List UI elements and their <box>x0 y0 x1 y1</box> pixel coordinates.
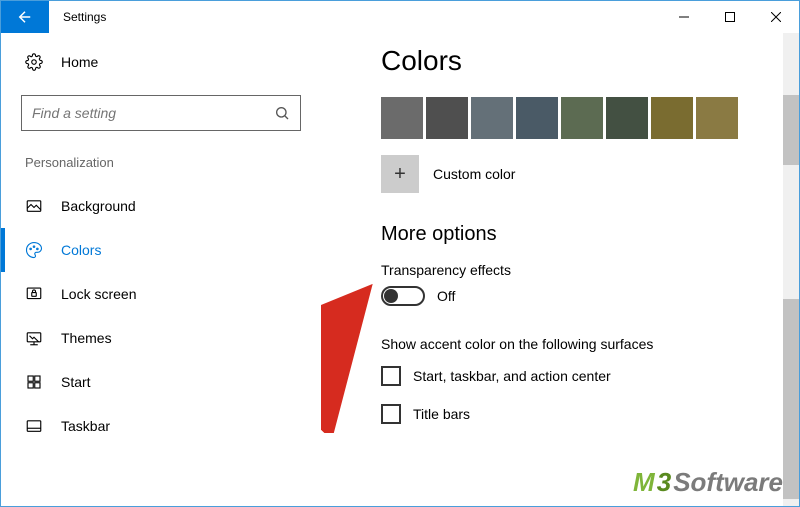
search-icon <box>274 105 290 121</box>
sidebar-item-themes[interactable]: Themes <box>21 316 301 360</box>
watermark: M3 Software <box>633 467 783 498</box>
sidebar-item-taskbar[interactable]: Taskbar <box>21 404 301 448</box>
watermark-brand-1: M <box>633 467 655 498</box>
watermark-brand-3: Software <box>673 467 783 498</box>
page-heading: Colors <box>381 45 789 77</box>
checkbox-start-label: Start, taskbar, and action center <box>413 368 611 384</box>
maximize-button[interactable] <box>707 1 753 33</box>
color-swatch[interactable] <box>426 97 468 139</box>
window-title: Settings <box>49 1 661 33</box>
color-swatches <box>381 97 789 139</box>
custom-color-row: + Custom color <box>381 155 789 193</box>
window-controls <box>661 1 799 33</box>
transparency-toggle-row: Off <box>381 286 789 306</box>
sidebar-item-label: Themes <box>61 330 112 346</box>
main-panel: Colors + Custom color More options Trans… <box>321 33 799 506</box>
transparency-label: Transparency effects <box>381 262 789 278</box>
sidebar-item-label: Taskbar <box>61 418 110 434</box>
toggle-knob <box>384 289 398 303</box>
background-icon <box>25 197 43 215</box>
close-button[interactable] <box>753 1 799 33</box>
color-swatch[interactable] <box>651 97 693 139</box>
search-box[interactable] <box>21 95 301 131</box>
checkbox-start-row[interactable]: Start, taskbar, and action center <box>381 366 789 386</box>
titlebar: Settings <box>1 1 799 33</box>
transparency-state: Off <box>437 288 455 304</box>
home-button[interactable]: Home <box>21 53 301 71</box>
sidebar-item-start[interactable]: Start <box>21 360 301 404</box>
search-input[interactable] <box>32 105 274 121</box>
themes-icon <box>25 329 43 347</box>
arrow-left-icon <box>16 8 34 26</box>
sidebar-item-colors[interactable]: Colors <box>21 228 301 272</box>
section-title: Personalization <box>21 155 301 170</box>
checkbox-titlebar-row[interactable]: Title bars <box>381 404 789 424</box>
scrollbar[interactable] <box>783 33 799 506</box>
custom-color-button[interactable]: + <box>381 155 419 193</box>
minimize-icon <box>679 12 689 22</box>
sidebar-item-background[interactable]: Background <box>21 184 301 228</box>
sidebar-item-lock-screen[interactable]: Lock screen <box>21 272 301 316</box>
checkbox-titlebar-label: Title bars <box>413 406 470 422</box>
sidebar: Home Personalization Background Colors L… <box>1 33 321 506</box>
maximize-icon <box>725 12 735 22</box>
sidebar-item-label: Lock screen <box>61 286 136 302</box>
color-swatch[interactable] <box>516 97 558 139</box>
minimize-button[interactable] <box>661 1 707 33</box>
surfaces-label: Show accent color on the following surfa… <box>381 336 789 352</box>
watermark-brand-2: 3 <box>657 467 671 498</box>
scrollbar-thumb[interactable] <box>783 95 799 165</box>
color-swatch[interactable] <box>381 97 423 139</box>
custom-color-label: Custom color <box>433 166 515 182</box>
plus-icon: + <box>394 163 406 186</box>
back-button[interactable] <box>1 1 49 33</box>
more-options-heading: More options <box>381 223 789 246</box>
taskbar-icon <box>25 417 43 435</box>
color-swatch[interactable] <box>561 97 603 139</box>
home-label: Home <box>61 54 98 70</box>
color-swatch[interactable] <box>696 97 738 139</box>
close-icon <box>771 12 781 22</box>
sidebar-item-label: Colors <box>61 242 101 258</box>
checkbox-titlebar[interactable] <box>381 404 401 424</box>
colors-icon <box>25 241 43 259</box>
color-swatch[interactable] <box>471 97 513 139</box>
transparency-toggle[interactable] <box>381 286 425 306</box>
content-area: Home Personalization Background Colors L… <box>1 33 799 506</box>
start-icon <box>25 373 43 391</box>
color-swatch[interactable] <box>606 97 648 139</box>
lock-screen-icon <box>25 285 43 303</box>
scrollbar-thumb[interactable] <box>783 299 799 499</box>
sidebar-item-label: Background <box>61 198 136 214</box>
checkbox-start[interactable] <box>381 366 401 386</box>
gear-icon <box>25 53 43 71</box>
sidebar-item-label: Start <box>61 374 91 390</box>
